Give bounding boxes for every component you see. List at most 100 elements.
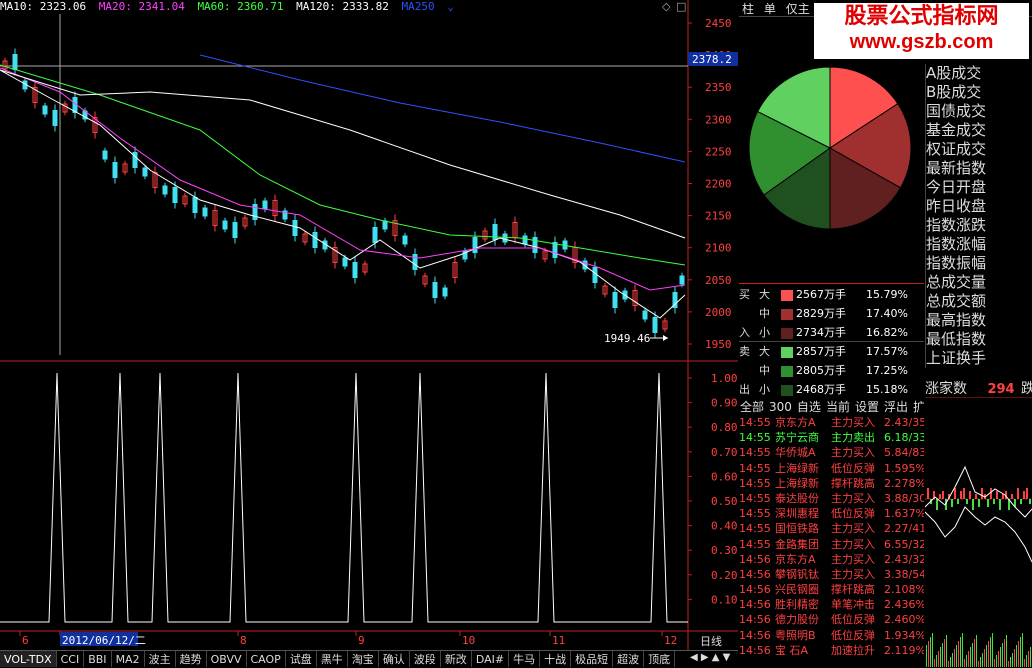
flow-percent: 15.18% [866, 383, 908, 396]
tick-alert-row[interactable]: 14:55 上海绿新 撑杆跳高 2.278% [739, 476, 924, 491]
index-field-item[interactable]: 今日开盘 [926, 178, 1032, 197]
index-field-item[interactable]: A股成交 [926, 64, 1032, 83]
mini-bar [1020, 499, 1022, 504]
tick-time: 14:56 [739, 598, 771, 612]
index-field-item[interactable]: 总成交额 [926, 292, 1032, 311]
tick-tab[interactable]: 浮出 [884, 400, 908, 414]
indicator-tab[interactable]: CAOP [247, 651, 286, 667]
indicator-tab[interactable]: 新改 [441, 651, 472, 667]
tick-tab[interactable]: 全部 [740, 400, 764, 414]
tick-time: 14:55 [739, 446, 771, 460]
flow-color-swatch [781, 365, 793, 377]
mini-avg-line [925, 506, 1032, 563]
tick-stock-name: 宝 石A [775, 643, 809, 657]
tick-time: 14:56 [739, 583, 771, 597]
tick-stock-name: 京东方A [775, 552, 816, 566]
index-field-item[interactable]: 上证换手 [926, 349, 1032, 368]
tick-tab[interactable]: 自选 [797, 400, 821, 414]
tick-alert-row[interactable]: 14:56 德力股份 低位反弹 2.460% [739, 612, 924, 627]
mini-volume-bar [1012, 653, 1013, 667]
period-label[interactable]: 日线 [700, 634, 722, 648]
indicator-tab[interactable]: 趋势 [176, 651, 207, 667]
indicator-tab[interactable]: 十战 [540, 651, 572, 667]
index-field-item[interactable]: 最高指数 [926, 311, 1032, 330]
tick-value: 1.595% [884, 461, 924, 475]
mini-bar [975, 494, 977, 499]
tick-action: 主力卖出 [831, 431, 875, 445]
indicator-tab[interactable]: 极品短 [571, 651, 614, 667]
ma-dropdown-icon[interactable]: ⌄ [447, 0, 454, 13]
mini-bar [1026, 488, 1028, 499]
tick-alert-row[interactable]: 14:55 国恒铁路 主力买入 2.27/41 [739, 521, 924, 536]
candle-body [352, 262, 358, 278]
index-field-item[interactable]: 总成交量 [926, 273, 1032, 292]
indicator-tab[interactable]: BBI [84, 651, 112, 667]
indicator-tab[interactable]: CCI [57, 651, 85, 667]
mini-bar [993, 499, 995, 504]
watermark-url: www.gszb.com [849, 31, 994, 53]
tick-alert-row[interactable]: 14:55 金路集团 主力买入 6.55/32 [739, 537, 924, 552]
indicator-tab[interactable]: OBVV [207, 651, 247, 667]
flow-row: 中 2829万手 17.40% [739, 304, 924, 323]
tick-alert-row[interactable]: 14:56 攀钢钒钛 主力买入 3.38/54 [739, 567, 924, 582]
mini-volume-bar [984, 649, 985, 667]
main-chart[interactable]: 2450240023502300225022002150210020502000… [0, 0, 738, 650]
tick-alert-row[interactable]: 14:55 深圳惠程 低位反弹 1.637% [739, 506, 924, 521]
indicator-tab[interactable]: 波主 [145, 651, 176, 667]
mini-volume-bar [1014, 649, 1015, 667]
tab-main-only[interactable]: 仅主 [786, 2, 810, 16]
candle-body [432, 282, 438, 298]
diamond-icon[interactable]: ◇ [662, 0, 670, 13]
indicator-tab[interactable]: DAI# [472, 651, 510, 667]
indicator-tab[interactable]: 确认 [379, 651, 410, 667]
tick-tab[interactable]: 设置 [855, 400, 879, 414]
index-field-item[interactable]: 最新指数 [926, 159, 1032, 178]
tick-stock-name: 国恒铁路 [775, 522, 819, 536]
tab-scroll-controls[interactable]: ◀ ▶ ▲ ▼ [690, 652, 730, 663]
indicator-tab[interactable]: MA2 [112, 651, 145, 667]
indicator-tab[interactable]: 牛马 [509, 651, 541, 667]
close-icon[interactable]: □ [676, 0, 686, 13]
indicator-tab[interactable]: 黑牛 [317, 651, 348, 667]
tick-alert-row[interactable]: 14:56 粤照明B 低位反弹 1.934% [739, 628, 924, 643]
fall-count-label: 跌 [1021, 381, 1032, 397]
tick-alert-row[interactable]: 14:55 泰达股份 主力买入 3.88/30 [739, 491, 924, 506]
tick-alert-row[interactable]: 14:56 兴民钢圈 撑杆跳高 2.108% [739, 582, 924, 597]
mini-bar [1029, 499, 1031, 504]
tick-value: 3.38/54 [884, 567, 924, 581]
index-field-item[interactable]: 昨日收盘 [926, 197, 1032, 216]
index-field-item[interactable]: B股成交 [926, 83, 1032, 102]
flow-side-label: 出 [739, 383, 750, 396]
candle-body [192, 197, 198, 213]
index-field-item[interactable]: 最低指数 [926, 330, 1032, 349]
index-field-item[interactable]: 国债成交 [926, 102, 1032, 121]
tick-alert-row[interactable]: 14:55 华侨城A 主力买入 5.84/83 [739, 445, 924, 460]
tick-value: 1.637% [884, 507, 924, 521]
indicator-tab[interactable]: 波段 [410, 651, 441, 667]
tick-stock-name: 粤照明B [775, 628, 816, 642]
moving-average-lines [0, 54, 686, 319]
tick-alert-row[interactable]: 14:56 胜利精密 单笔冲击 2.436% [739, 597, 924, 612]
index-field-item[interactable]: 指数振幅 [926, 254, 1032, 273]
flow-color-swatch [781, 346, 793, 358]
tick-tab[interactable]: 当前 [826, 400, 850, 414]
mini-bar [1023, 491, 1025, 499]
index-field-item[interactable]: 指数涨幅 [926, 235, 1032, 254]
indicator-tab[interactable]: 超波 [613, 651, 645, 667]
tick-alert-row[interactable]: 14:55 苏宁云商 主力卖出 6.18/33 [739, 430, 924, 445]
indicator-tab[interactable]: 淘宝 [348, 651, 379, 667]
tab-single[interactable]: 单 [764, 2, 776, 16]
index-field-item[interactable]: 权证成交 [926, 140, 1032, 159]
tick-alert-row[interactable]: 14:56 宝 石A 加速拉升 2.119% [739, 643, 924, 658]
indicator-tab[interactable]: 试盘 [286, 651, 317, 667]
tick-alert-row[interactable]: 14:56 京东方A 主力买入 2.43/32 [739, 552, 924, 567]
indicator-tab[interactable]: VOL-TDX [0, 651, 57, 667]
indicator-tab[interactable]: 顶底 [644, 651, 676, 667]
tick-tab[interactable]: 扩 [913, 400, 924, 414]
index-field-item[interactable]: 基金成交 [926, 121, 1032, 140]
index-field-item[interactable]: 指数涨跌 [926, 216, 1032, 235]
tick-alert-row[interactable]: 14:55 上海绿新 低位反弹 1.595% [739, 461, 924, 476]
tick-alert-row[interactable]: 14:55 京东方A 主力买入 2.43/35 [739, 415, 924, 430]
tick-tab[interactable]: 300 [769, 400, 792, 414]
tab-bar-chart[interactable]: 柱 [742, 2, 754, 16]
